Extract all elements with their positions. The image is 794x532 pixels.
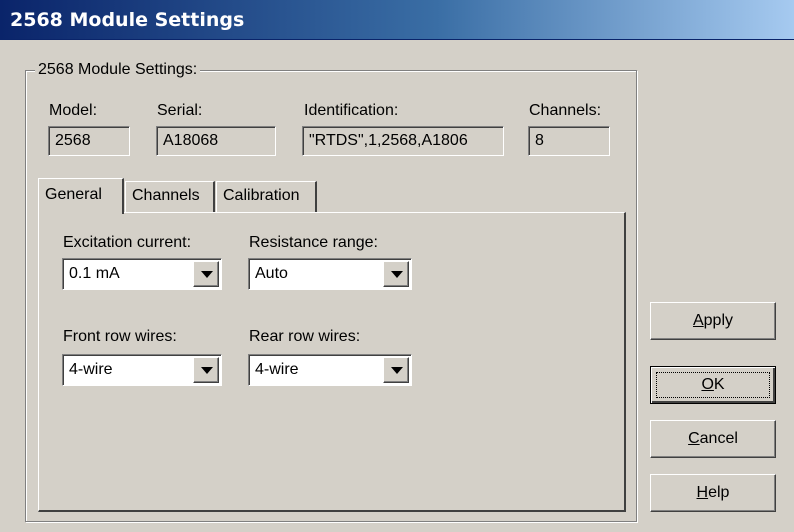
channels-label: Channels:	[529, 102, 602, 119]
focus-rect	[656, 372, 770, 398]
cancel-label: ancel	[699, 430, 738, 447]
help-mnemonic: H	[696, 484, 709, 501]
excitation-current-value: 0.1 mA	[69, 265, 120, 282]
serial-label: Serial:	[157, 102, 203, 119]
chevron-down-icon	[391, 271, 403, 278]
apply-button[interactable]: Apply	[650, 302, 776, 340]
front-row-wires-select[interactable]: 4-wire	[62, 354, 222, 386]
tab-channels[interactable]: Channels	[125, 181, 215, 213]
model-field: 2568	[48, 126, 130, 156]
excitation-dropdown-button[interactable]	[193, 261, 219, 287]
excitation-current-label: Excitation current:	[63, 234, 192, 251]
resistance-range-label: Resistance range:	[249, 234, 378, 251]
chevron-down-icon	[201, 367, 213, 374]
front-row-wires-value: 4-wire	[69, 361, 113, 378]
rear-row-wires-select[interactable]: 4-wire	[248, 354, 412, 386]
resistance-range-select[interactable]: Auto	[248, 258, 412, 290]
front-row-wires-label: Front row wires:	[63, 328, 177, 345]
resistance-dropdown-button[interactable]	[383, 261, 409, 287]
group-label: 2568 Module Settings:	[35, 61, 201, 79]
identification-label: Identification:	[304, 102, 399, 119]
tab-calibration-label: Calibration	[223, 187, 300, 204]
tab-channels-label: Channels	[132, 187, 200, 204]
identification-field: "RTDS",1,2568,A1806	[302, 126, 504, 156]
help-label: elp	[708, 484, 730, 501]
rear-row-wires-label: Rear row wires:	[249, 328, 361, 345]
cancel-mnemonic: C	[688, 430, 700, 447]
chevron-down-icon	[391, 367, 403, 374]
apply-label: pply	[703, 312, 734, 329]
ok-button[interactable]: OK	[650, 366, 776, 404]
chevron-down-icon	[201, 271, 213, 278]
tab-general-label: General	[45, 186, 102, 203]
help-button[interactable]: Help	[650, 474, 776, 512]
serial-value: A18068	[163, 132, 219, 149]
resistance-range-value: Auto	[255, 265, 288, 282]
excitation-current-select[interactable]: 0.1 mA	[62, 258, 222, 290]
title-bar[interactable]: 2568 Module Settings	[0, 0, 794, 40]
window-title: 2568 Module Settings	[10, 9, 245, 31]
model-label: Model:	[49, 102, 98, 119]
front-row-dropdown-button[interactable]	[193, 357, 219, 383]
tab-calibration[interactable]: Calibration	[216, 181, 317, 213]
model-value: 2568	[55, 132, 91, 149]
channels-value: 8	[535, 132, 544, 149]
apply-mnemonic: A	[692, 312, 704, 329]
channels-field: 8	[528, 126, 610, 156]
rear-row-wires-value: 4-wire	[255, 361, 299, 378]
serial-field: A18068	[156, 126, 276, 156]
tab-general[interactable]: General	[38, 178, 124, 214]
cancel-button[interactable]: Cancel	[650, 420, 776, 458]
rear-row-dropdown-button[interactable]	[383, 357, 409, 383]
identification-value: "RTDS",1,2568,A1806	[309, 132, 468, 149]
